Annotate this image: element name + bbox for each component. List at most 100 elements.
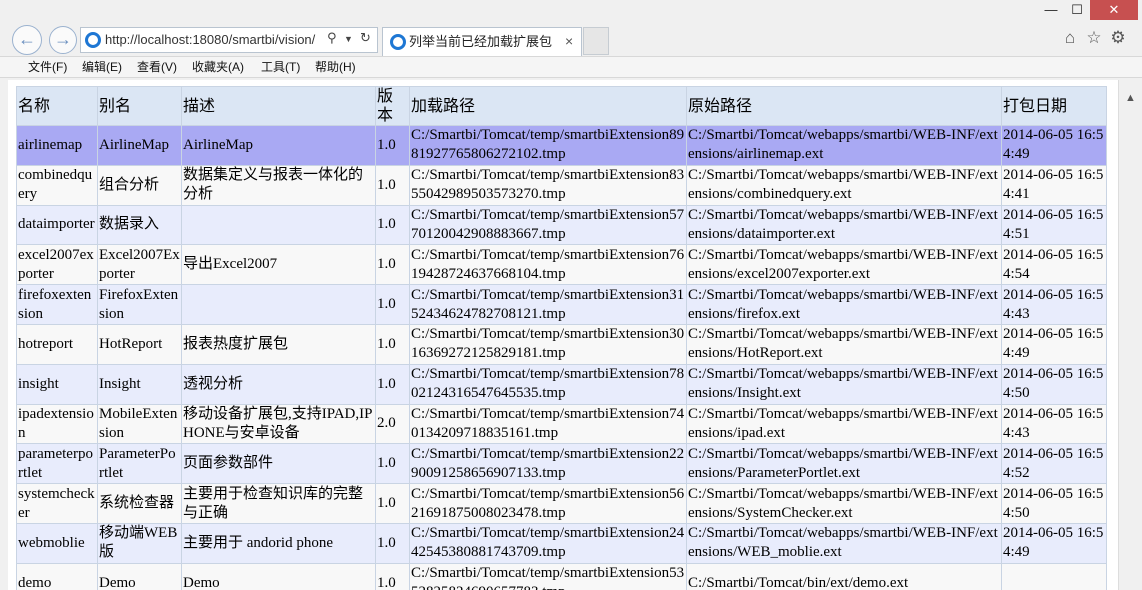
cell-alias: ParameterPortlet — [97, 443, 182, 485]
cell-package-date: 2014-06-05 16:54:54 — [1001, 244, 1107, 286]
table-row[interactable]: airlinemap AirlineMap AirlineMap 1.0 C:/Smar… — [16, 125, 1107, 166]
cell-alias: 组合分析 — [97, 164, 182, 206]
cell-package-date: 2014-06-05 16:54:50 — [1001, 363, 1107, 405]
cell-load-path: C:/Smartbi/Tomcat/temp/smartbiExtension7… — [409, 363, 687, 405]
cell-description: 报表热度扩展包 — [181, 323, 376, 365]
header-description: 描述 — [181, 86, 376, 126]
cell-version: 1.0 — [375, 562, 410, 590]
page-content: 名称 别名 描述 版本 加载路径 原始路径 打包日期 airlinemap Air… — [8, 80, 1118, 590]
cell-version: 1.0 — [375, 323, 410, 365]
cell-alias: 数据录入 — [97, 204, 182, 246]
cell-description: AirlineMap — [181, 125, 376, 166]
table-row[interactable]: webmoblie 移动端WEB版 主要用于 andorid phone 1.0 C:/… — [16, 522, 1107, 564]
favorites-star-icon[interactable]: ☆ — [1084, 28, 1104, 48]
cell-alias: Insight — [97, 363, 182, 405]
table-row[interactable]: parameterportlet ParameterPortlet 页面参数部件 1.… — [16, 443, 1107, 485]
menu-tools[interactable]: 工具(T) — [261, 57, 300, 77]
tab-current[interactable]: 列举当前已经加载扩展包 × — [382, 27, 582, 56]
cell-original-path: C:/Smartbi/Tomcat/webapps/smartbi/WEB-IN… — [686, 323, 1002, 365]
cell-name: parameterportlet — [16, 443, 98, 485]
refresh-icon[interactable]: ↻ — [360, 30, 371, 46]
cell-package-date: 2014-06-05 16:54:50 — [1001, 483, 1107, 524]
forward-button[interactable]: → — [49, 26, 77, 54]
extensions-table: 名称 别名 描述 版本 加载路径 原始路径 打包日期 airlinemap Air… — [16, 86, 1107, 590]
navigation-bar: ← → http://localhost:18080/smartbi/visio… — [0, 22, 1142, 56]
cell-load-path: C:/Smartbi/Tomcat/temp/smartbiExtension5… — [409, 204, 687, 246]
cell-load-path: C:/Smartbi/Tomcat/temp/smartbiExtension3… — [409, 323, 687, 365]
table-row[interactable]: firefoxextension FirefoxExtension 1.0 C:/Sm… — [16, 284, 1107, 325]
cell-description: 移动设备扩展包,支持IPAD,IPHONE与安卓设备 — [181, 403, 376, 445]
cell-original-path: C:/Smartbi/Tomcat/webapps/smartbi/WEB-IN… — [686, 284, 1002, 325]
window-titlebar: — ☐ ✕ — [0, 0, 1142, 22]
table-row[interactable]: excel2007exporter Excel2007Exporter 导出Exce… — [16, 244, 1107, 286]
cell-description: 主要用于 andorid phone — [181, 522, 376, 564]
header-original-path: 原始路径 — [686, 86, 1002, 126]
back-button[interactable]: ← — [12, 25, 42, 55]
ie-logo-icon — [390, 34, 406, 50]
cell-original-path: C:/Smartbi/Tomcat/bin/ext/demo.ext — [686, 562, 1002, 590]
search-icon[interactable]: ⚲ — [327, 31, 339, 44]
cell-load-path: C:/Smartbi/Tomcat/temp/smartbiExtension3… — [409, 284, 687, 325]
dropdown-arrow-icon[interactable]: ▼ — [344, 34, 353, 44]
cell-package-date: 2014-06-05 16:54:49 — [1001, 323, 1107, 365]
cell-name: demo — [16, 562, 98, 590]
cell-version: 1.0 — [375, 363, 410, 405]
cell-name: hotreport — [16, 323, 98, 365]
cell-alias: MobileExtension — [97, 403, 182, 445]
table-row[interactable]: systemchecker 系统检查器 主要用于检查知识库的完整与正确 1.0 C:/S… — [16, 483, 1107, 524]
vertical-scrollbar[interactable]: ▲ — [1118, 80, 1142, 590]
cell-version: 1.0 — [375, 284, 410, 325]
cell-original-path: C:/Smartbi/Tomcat/webapps/smartbi/WEB-IN… — [686, 403, 1002, 445]
cell-version: 1.0 — [375, 164, 410, 206]
menu-edit[interactable]: 编辑(E) — [82, 57, 122, 77]
address-url[interactable]: http://localhost:18080/smartbi/vision/ — [105, 32, 315, 47]
table-header-row: 名称 别名 描述 版本 加载路径 原始路径 打包日期 — [16, 86, 1107, 126]
cell-alias: Demo — [97, 562, 182, 590]
table-row[interactable]: dataimporter 数据录入 1.0 C:/Smartbi/Tomcat/tem… — [16, 204, 1107, 246]
table-row[interactable]: demo Demo Demo 1.0 C:/Smartbi/Tomcat/temp/sm… — [16, 562, 1107, 590]
close-tab-icon[interactable]: × — [565, 28, 573, 55]
cell-alias: AirlineMap — [97, 125, 182, 166]
cell-version: 1.0 — [375, 443, 410, 485]
cell-name: ipadextension — [16, 403, 98, 445]
table-row[interactable]: ipadextension MobileExtension 移动设备扩展包,支持IP… — [16, 403, 1107, 445]
scroll-up-icon[interactable]: ▲ — [1125, 92, 1136, 104]
cell-description: 透视分析 — [181, 363, 376, 405]
menu-bar: 文件(F) 编辑(E) 查看(V) 收藏夹(A) 工具(T) 帮助(H) — [0, 56, 1142, 78]
cell-original-path: C:/Smartbi/Tomcat/webapps/smartbi/WEB-IN… — [686, 244, 1002, 286]
table-row[interactable]: insight Insight 透视分析 1.0 C:/Smartbi/Tomcat/t… — [16, 363, 1107, 405]
cell-version: 1.0 — [375, 522, 410, 564]
header-load-path: 加载路径 — [409, 86, 687, 126]
menu-view[interactable]: 查看(V) — [137, 57, 177, 77]
menu-help[interactable]: 帮助(H) — [315, 57, 356, 77]
table-row[interactable]: hotreport HotReport 报表热度扩展包 1.0 C:/Smartbi/T… — [16, 323, 1107, 365]
cell-description — [181, 284, 376, 325]
header-package-date: 打包日期 — [1001, 86, 1107, 126]
home-icon[interactable]: ⌂ — [1060, 28, 1080, 48]
cell-version: 1.0 — [375, 204, 410, 246]
cell-package-date: 2014-06-05 16:54:49 — [1001, 125, 1107, 166]
new-tab-button[interactable] — [583, 27, 609, 55]
table-row[interactable]: combinedquery 组合分析 数据集定义与报表一体化的分析 1.0 C:/Sma… — [16, 164, 1107, 206]
tab-title: 列举当前已经加载扩展包 — [409, 34, 553, 49]
ie-logo-icon — [85, 32, 101, 48]
cell-load-path: C:/Smartbi/Tomcat/temp/smartbiExtension2… — [409, 522, 687, 564]
minimize-button[interactable]: — — [1038, 0, 1064, 20]
cell-load-path: C:/Smartbi/Tomcat/temp/smartbiExtension7… — [409, 244, 687, 286]
cell-alias: HotReport — [97, 323, 182, 365]
cell-load-path: C:/Smartbi/Tomcat/temp/smartbiExtension5… — [409, 483, 687, 524]
menu-favorites[interactable]: 收藏夹(A) — [192, 57, 244, 77]
menu-file[interactable]: 文件(F) — [28, 57, 67, 77]
cell-original-path: C:/Smartbi/Tomcat/webapps/smartbi/WEB-IN… — [686, 125, 1002, 166]
gear-icon[interactable]: ⚙ — [1108, 28, 1128, 48]
maximize-button[interactable]: ☐ — [1064, 0, 1090, 20]
cell-alias: Excel2007Exporter — [97, 244, 182, 286]
cell-name: systemchecker — [16, 483, 98, 524]
close-window-button[interactable]: ✕ — [1090, 0, 1138, 20]
cell-description: 主要用于检查知识库的完整与正确 — [181, 483, 376, 524]
cell-load-path: C:/Smartbi/Tomcat/temp/smartbiExtension2… — [409, 443, 687, 485]
cell-version: 1.0 — [375, 244, 410, 286]
cell-description: 导出Excel2007 — [181, 244, 376, 286]
cell-description: 页面参数部件 — [181, 443, 376, 485]
cell-package-date: 2014-06-05 16:54:49 — [1001, 522, 1107, 564]
